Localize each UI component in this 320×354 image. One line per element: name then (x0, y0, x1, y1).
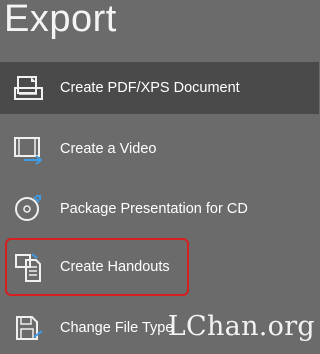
menu-item-create-pdf-xps[interactable]: Create PDF/XPS Document (0, 62, 319, 114)
menu-item-label: Create PDF/XPS Document (60, 80, 240, 96)
menu-item-label: Change File Type (60, 320, 174, 336)
menu-item-label: Create a Video (60, 141, 157, 157)
menu-item-create-video[interactable]: Create a Video (0, 123, 319, 175)
menu-item-package-cd[interactable]: Package Presentation for CD (0, 183, 319, 235)
page-title: Export (4, 0, 117, 40)
menu-item-label: Package Presentation for CD (60, 201, 248, 217)
cd-icon (12, 192, 46, 226)
watermark: LChan.org (167, 311, 315, 342)
handouts-highlight-box (5, 238, 189, 296)
pdf-xps-icon (12, 71, 46, 105)
video-icon (12, 132, 46, 166)
change-file-type-icon (12, 311, 46, 345)
